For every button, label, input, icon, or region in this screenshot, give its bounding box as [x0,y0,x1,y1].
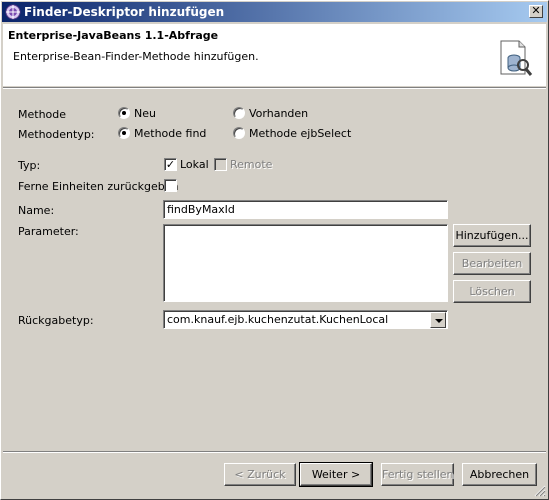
finder-wizard-icon [500,40,533,76]
checkbox-remote[interactable] [214,158,227,171]
wizard-header: Enterprise-JavaBeans 1.1-Abfrage Enterpr… [3,24,546,86]
checkbox-lokal-label[interactable]: Lokal [180,158,209,171]
edit-parameter-button[interactable]: Bearbeiten [453,252,531,275]
rueckgabetyp-value: com.knauf.ejb.kuchenzutat.KuchenLocal [167,313,389,326]
radio-methode-find[interactable] [118,127,130,139]
footer-separator [3,451,546,453]
checkbox-lokal[interactable]: ✓ [164,158,177,171]
rueckgabetyp-select[interactable]: com.knauf.ejb.kuchenzutat.KuchenLocal [163,310,448,329]
close-button[interactable]: ✕ [529,5,543,18]
methodentyp-label: Methodentyp: [18,128,95,141]
header-separator [3,87,546,89]
wizard-title: Enterprise-JavaBeans 1.1-Abfrage [8,29,219,42]
radio-methode-ejbselect[interactable] [233,127,245,139]
rueckgabetyp-label: Rückgabetyp: [18,314,94,327]
edit-parameter-button-label: Bearbeiten [461,257,523,270]
dialog-window: Finder-Deskriptor hinzufügen ✕ Enterpris… [0,0,549,500]
radio-methode-ejbselect-label[interactable]: Methode ejbSelect [249,127,351,140]
methode-label: Methode [18,108,67,121]
radio-vorhanden-label[interactable]: Vorhanden [249,107,308,120]
radio-vorhanden[interactable] [233,107,245,119]
typ-label: Typ: [18,159,41,172]
radio-neu[interactable] [118,107,130,119]
close-icon: ✕ [531,4,541,17]
next-button-label: Weiter > [311,468,361,481]
finish-button[interactable]: Fertig stellen [381,463,454,486]
chevron-down-icon[interactable] [430,312,446,328]
parameter-label: Parameter: [18,225,79,238]
ferne-einheiten-label: Ferne Einheiten zurückgeben [18,180,179,193]
resize-grip-icon[interactable] [534,485,546,497]
check-mark-icon: ✓ [165,158,176,171]
checkbox-remote-label[interactable]: Remote [230,158,272,171]
delete-parameter-button-label: Löschen [469,285,515,298]
cancel-button[interactable]: Abbrechen [462,463,537,486]
delete-parameter-button[interactable]: Löschen [453,280,531,303]
back-button-label: < Zurück [234,468,286,481]
eclipse-app-icon [5,4,21,20]
radio-neu-label[interactable]: Neu [134,107,156,120]
checkbox-ferne-einheiten[interactable] [164,179,177,192]
name-label: Name: [18,204,55,217]
name-input[interactable]: findByMaxId [163,200,448,219]
radio-methode-find-label[interactable]: Methode find [134,127,206,140]
cancel-button-label: Abbrechen [469,468,530,481]
finish-button-label: Fertig stellen [382,468,454,481]
wizard-description: Enterprise-Bean-Finder-Methode hinzufüge… [13,50,259,63]
parameter-list[interactable] [163,224,448,302]
add-parameter-button-label: Hinzufügen... [455,229,529,242]
add-parameter-button[interactable]: Hinzufügen... [453,224,531,247]
window-title: Finder-Deskriptor hinzufügen [24,5,225,19]
title-bar[interactable]: Finder-Deskriptor hinzufügen ✕ [2,2,547,22]
next-button[interactable]: Weiter > [299,462,373,487]
back-button[interactable]: < Zurück [224,463,296,486]
